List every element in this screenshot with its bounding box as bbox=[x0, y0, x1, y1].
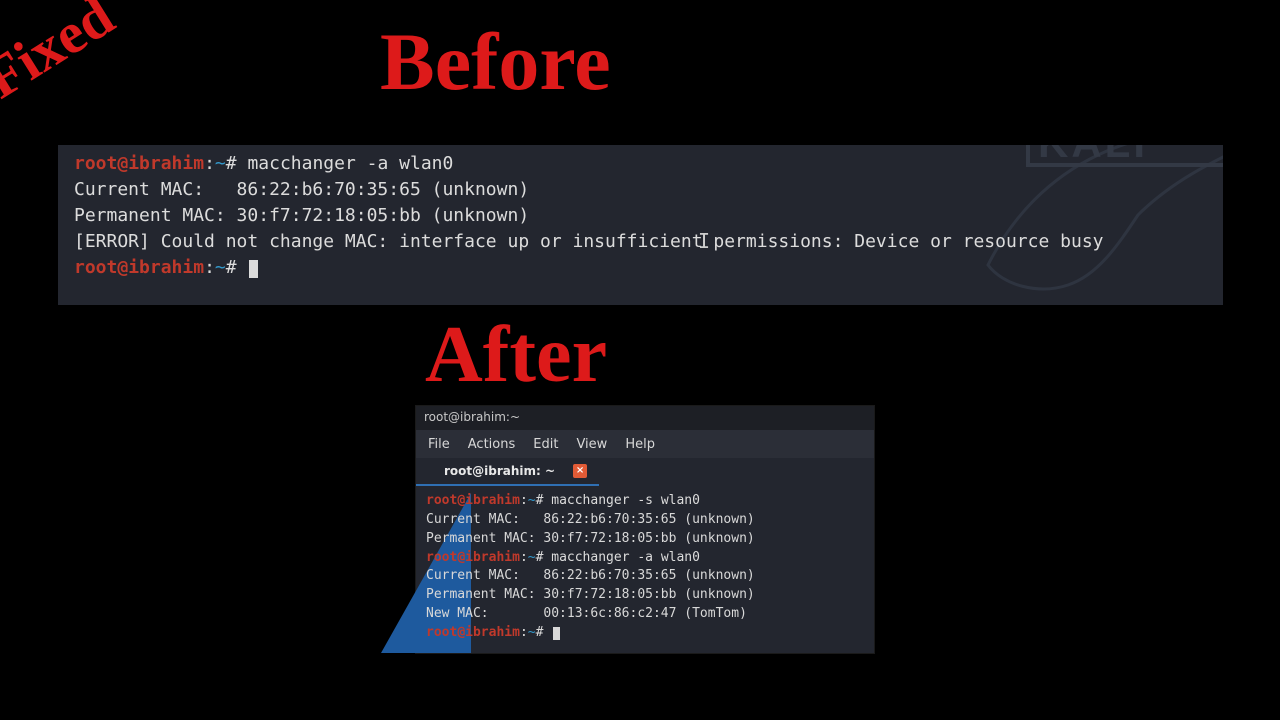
close-icon[interactable]: × bbox=[573, 464, 587, 478]
terminal-before[interactable]: KALI root@ibrahim:~# macchanger -a wlan0… bbox=[58, 145, 1223, 305]
terminal-after[interactable]: root@ibrahim:~# macchanger -s wlan0 Curr… bbox=[416, 486, 874, 653]
tab-terminal[interactable]: root@ibrahim: ~ × bbox=[416, 458, 599, 486]
terminal-line: root@ibrahim:~# macchanger -a wlan0 bbox=[426, 549, 864, 568]
tab-label: root@ibrahim: ~ bbox=[444, 464, 555, 478]
before-label: Before bbox=[380, 15, 611, 109]
terminal-prompt[interactable]: root@ibrahim:~# bbox=[74, 255, 1207, 281]
fixed-label: Fixed bbox=[0, 0, 125, 112]
terminal-line: Permanent MAC: 30:f7:72:18:05:bb (unknow… bbox=[426, 530, 864, 549]
terminal-line: Permanent MAC: 30:f7:72:18:05:bb (unknow… bbox=[426, 586, 864, 605]
terminal-line: root@ibrahim:~# macchanger -s wlan0 bbox=[426, 492, 864, 511]
terminal-line: root@ibrahim:~# macchanger -a wlan0 bbox=[74, 151, 1207, 177]
window-titlebar[interactable]: root@ibrahim:~ bbox=[416, 406, 874, 430]
tabbar: root@ibrahim: ~ × bbox=[416, 458, 874, 486]
terminal-after-window: root@ibrahim:~ File Actions Edit View He… bbox=[415, 405, 875, 654]
menubar: File Actions Edit View Help bbox=[416, 430, 874, 458]
terminal-line: New MAC: 00:13:6c:86:c2:47 (TomTom) bbox=[426, 605, 864, 624]
terminal-line: Current MAC: 86:22:b6:70:35:65 (unknown) bbox=[426, 567, 864, 586]
terminal-line: Current MAC: 86:22:b6:70:35:65 (unknown) bbox=[74, 177, 1207, 203]
terminal-line: [ERROR] Could not change MAC: interface … bbox=[74, 229, 1207, 255]
after-label: After bbox=[425, 310, 607, 401]
cursor-block bbox=[249, 260, 258, 278]
menu-view[interactable]: View bbox=[576, 437, 607, 452]
menu-file[interactable]: File bbox=[428, 437, 450, 452]
menu-help[interactable]: Help bbox=[625, 437, 655, 452]
terminal-line: Permanent MAC: 30:f7:72:18:05:bb (unknow… bbox=[74, 203, 1207, 229]
cursor-block bbox=[553, 627, 560, 640]
terminal-prompt[interactable]: root@ibrahim:~# bbox=[426, 624, 864, 643]
menu-actions[interactable]: Actions bbox=[468, 437, 516, 452]
terminal-line: Current MAC: 86:22:b6:70:35:65 (unknown) bbox=[426, 511, 864, 530]
menu-edit[interactable]: Edit bbox=[533, 437, 558, 452]
